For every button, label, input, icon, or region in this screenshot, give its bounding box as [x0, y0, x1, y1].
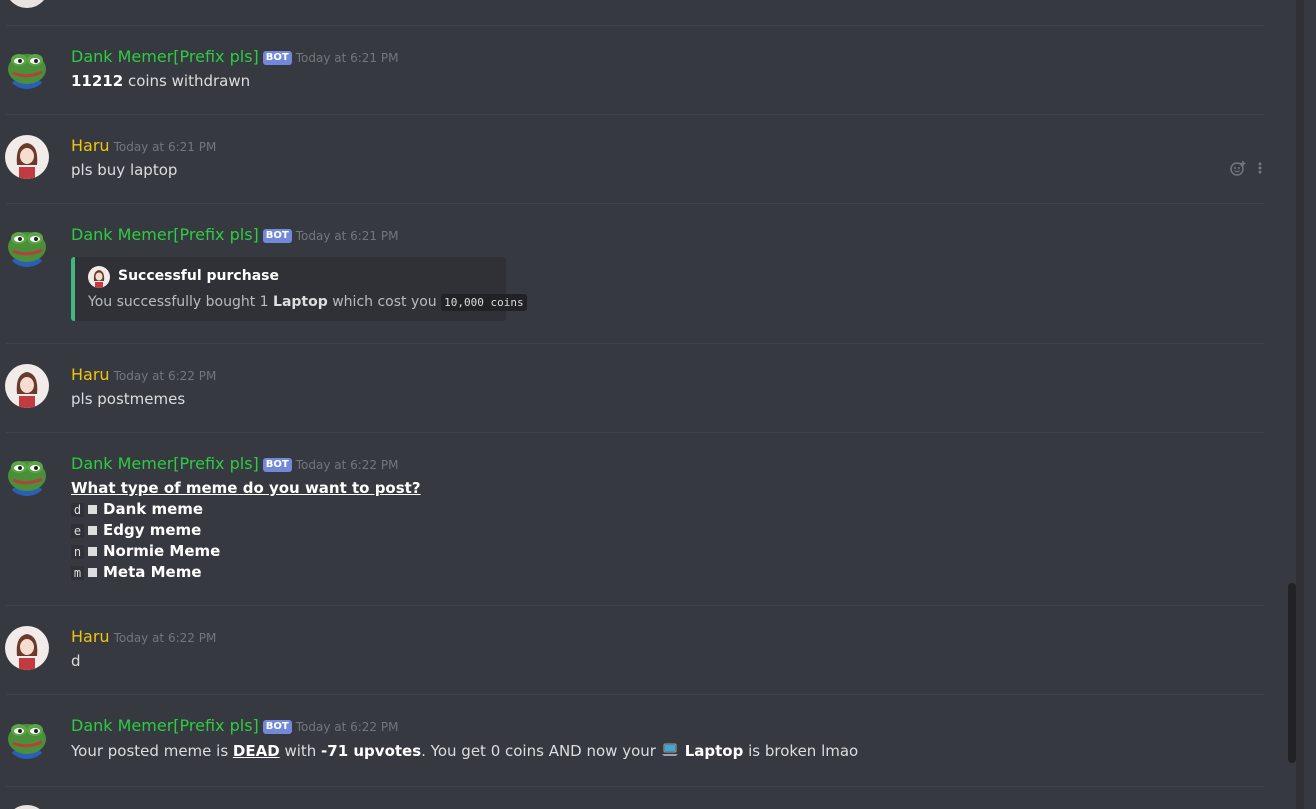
meme-option: d Dank meme	[71, 500, 203, 518]
meme-option: n Normie Meme	[71, 542, 220, 560]
bot-name-text[interactable]: Dank Memer[Prefix pls]	[71, 225, 259, 244]
user-username[interactable]: Haru Today at 6:22 PM	[71, 627, 216, 646]
embed-text: which cost you	[327, 294, 442, 310]
message-text: . You get 0 coins AND now your	[421, 742, 661, 760]
upvotes-text: -71 upvotes	[321, 742, 422, 760]
option-key: d	[71, 503, 84, 517]
bot-name-text[interactable]: Dank Memer[Prefix pls]	[71, 454, 259, 473]
message-text: coins withdrawn	[123, 72, 251, 90]
message-content: d	[71, 652, 81, 670]
option-label: Dank meme	[103, 500, 204, 518]
dead-text: DEAD	[232, 742, 280, 760]
bot-avatar[interactable]	[5, 45, 49, 89]
frog-avatar-icon	[5, 715, 49, 759]
girl-avatar-icon	[5, 135, 49, 179]
option-key: e	[71, 524, 84, 538]
embed-cost: 10,000 coins	[441, 294, 527, 311]
purchase-embed: Successful purchase You successfully bou…	[71, 257, 527, 321]
option-label: Meta Meme	[103, 563, 202, 581]
timestamp: Today at 6:22 PM	[113, 631, 217, 645]
user-name-text[interactable]: Haru	[71, 365, 110, 384]
bot-tag: BOT	[262, 720, 292, 734]
message-divider	[6, 694, 1264, 695]
square-icon	[88, 525, 97, 535]
message-content: pls buy laptop	[71, 161, 178, 179]
embed-item: Laptop	[273, 294, 328, 310]
user-name-text[interactable]: Haru	[71, 627, 110, 646]
frog-avatar-icon	[5, 45, 49, 89]
option-key: m	[71, 566, 84, 580]
bot-tag: BOT	[262, 458, 292, 472]
add-reaction-icon[interactable]	[1230, 160, 1246, 180]
timestamp: Today at 6:22 PM	[295, 720, 399, 734]
bot-avatar[interactable]	[5, 715, 49, 759]
scrollbar-thumb[interactable]	[1288, 583, 1296, 763]
message-text: with	[279, 742, 322, 760]
frog-avatar-icon	[5, 223, 49, 267]
square-icon	[88, 567, 97, 577]
user-avatar[interactable]	[5, 135, 49, 179]
meme-option: e Edgy meme	[71, 521, 201, 539]
message-divider	[6, 605, 1264, 606]
partial-avatar[interactable]	[5, 805, 49, 809]
meme-option: m Meta Meme	[71, 563, 202, 581]
laptop-icon	[661, 742, 679, 762]
message-actions	[1230, 160, 1263, 180]
message-content: 11212 coins withdrawn	[71, 72, 250, 90]
embed-title: Successful purchase	[118, 268, 279, 284]
bot-username[interactable]: Dank Memer[Prefix pls] BOT Today at 6:22 P…	[71, 716, 398, 735]
user-username[interactable]: Haru Today at 6:22 PM	[71, 365, 216, 384]
message-divider	[6, 25, 1264, 26]
user-avatar[interactable]	[5, 364, 49, 408]
user-username[interactable]: Haru Today at 6:21 PM	[71, 136, 216, 155]
embed-text: You successfully bought 1	[88, 294, 274, 310]
laptop-item: Laptop	[684, 742, 744, 760]
girl-avatar-icon	[5, 364, 49, 408]
option-label: Edgy meme	[103, 521, 202, 539]
bot-name-text[interactable]: Dank Memer[Prefix pls]	[71, 47, 259, 66]
meme-question: What type of meme do you want to post?	[71, 479, 421, 497]
message-divider	[6, 114, 1264, 115]
girl-avatar-icon	[5, 626, 49, 670]
bot-tag: BOT	[262, 51, 292, 65]
option-label: Normie Meme	[103, 542, 221, 560]
bot-avatar[interactable]	[5, 223, 49, 267]
frog-avatar-icon	[5, 452, 49, 496]
message-content: pls postmemes	[71, 390, 186, 408]
more-options-icon[interactable]	[1257, 160, 1263, 180]
bot-avatar[interactable]	[5, 452, 49, 496]
bot-username[interactable]: Dank Memer[Prefix pls] BOT Today at 6:21 P…	[71, 47, 398, 66]
timestamp: Today at 6:21 PM	[113, 140, 217, 154]
embed-description: You successfully bought 1 Laptop which c…	[88, 294, 527, 311]
message-divider	[6, 343, 1264, 344]
timestamp: Today at 6:22 PM	[295, 458, 399, 472]
bot-username[interactable]: Dank Memer[Prefix pls] BOT Today at 6:21 P…	[71, 225, 398, 244]
message-content: Your posted meme is DEAD with -71 upvote…	[71, 742, 858, 762]
option-key: n	[71, 545, 84, 559]
scrollbar-track[interactable]	[1296, 0, 1304, 809]
message-divider	[6, 432, 1264, 433]
chat-messages: Dank Memer[Prefix pls] BOT Today at 6:21 P…	[0, 0, 1288, 809]
bot-username[interactable]: Dank Memer[Prefix pls] BOT Today at 6:22 P…	[71, 454, 398, 473]
square-icon	[88, 546, 97, 556]
message-text: Your posted meme is	[71, 742, 233, 760]
timestamp: Today at 6:21 PM	[295, 229, 399, 243]
coin-amount: 11212	[71, 72, 124, 90]
message-divider	[6, 786, 1264, 787]
message-divider	[6, 203, 1264, 204]
square-icon	[88, 504, 97, 514]
message-text: is broken lmao	[743, 742, 859, 760]
bot-tag: BOT	[262, 229, 292, 243]
partial-avatar[interactable]	[5, 0, 49, 8]
embed-author-icon	[88, 266, 110, 288]
timestamp: Today at 6:22 PM	[113, 369, 217, 383]
user-avatar[interactable]	[5, 626, 49, 670]
bot-name-text[interactable]: Dank Memer[Prefix pls]	[71, 716, 259, 735]
user-name-text[interactable]: Haru	[71, 136, 110, 155]
timestamp: Today at 6:21 PM	[295, 51, 399, 65]
question-text: What type of meme do you want to post?	[71, 479, 421, 497]
